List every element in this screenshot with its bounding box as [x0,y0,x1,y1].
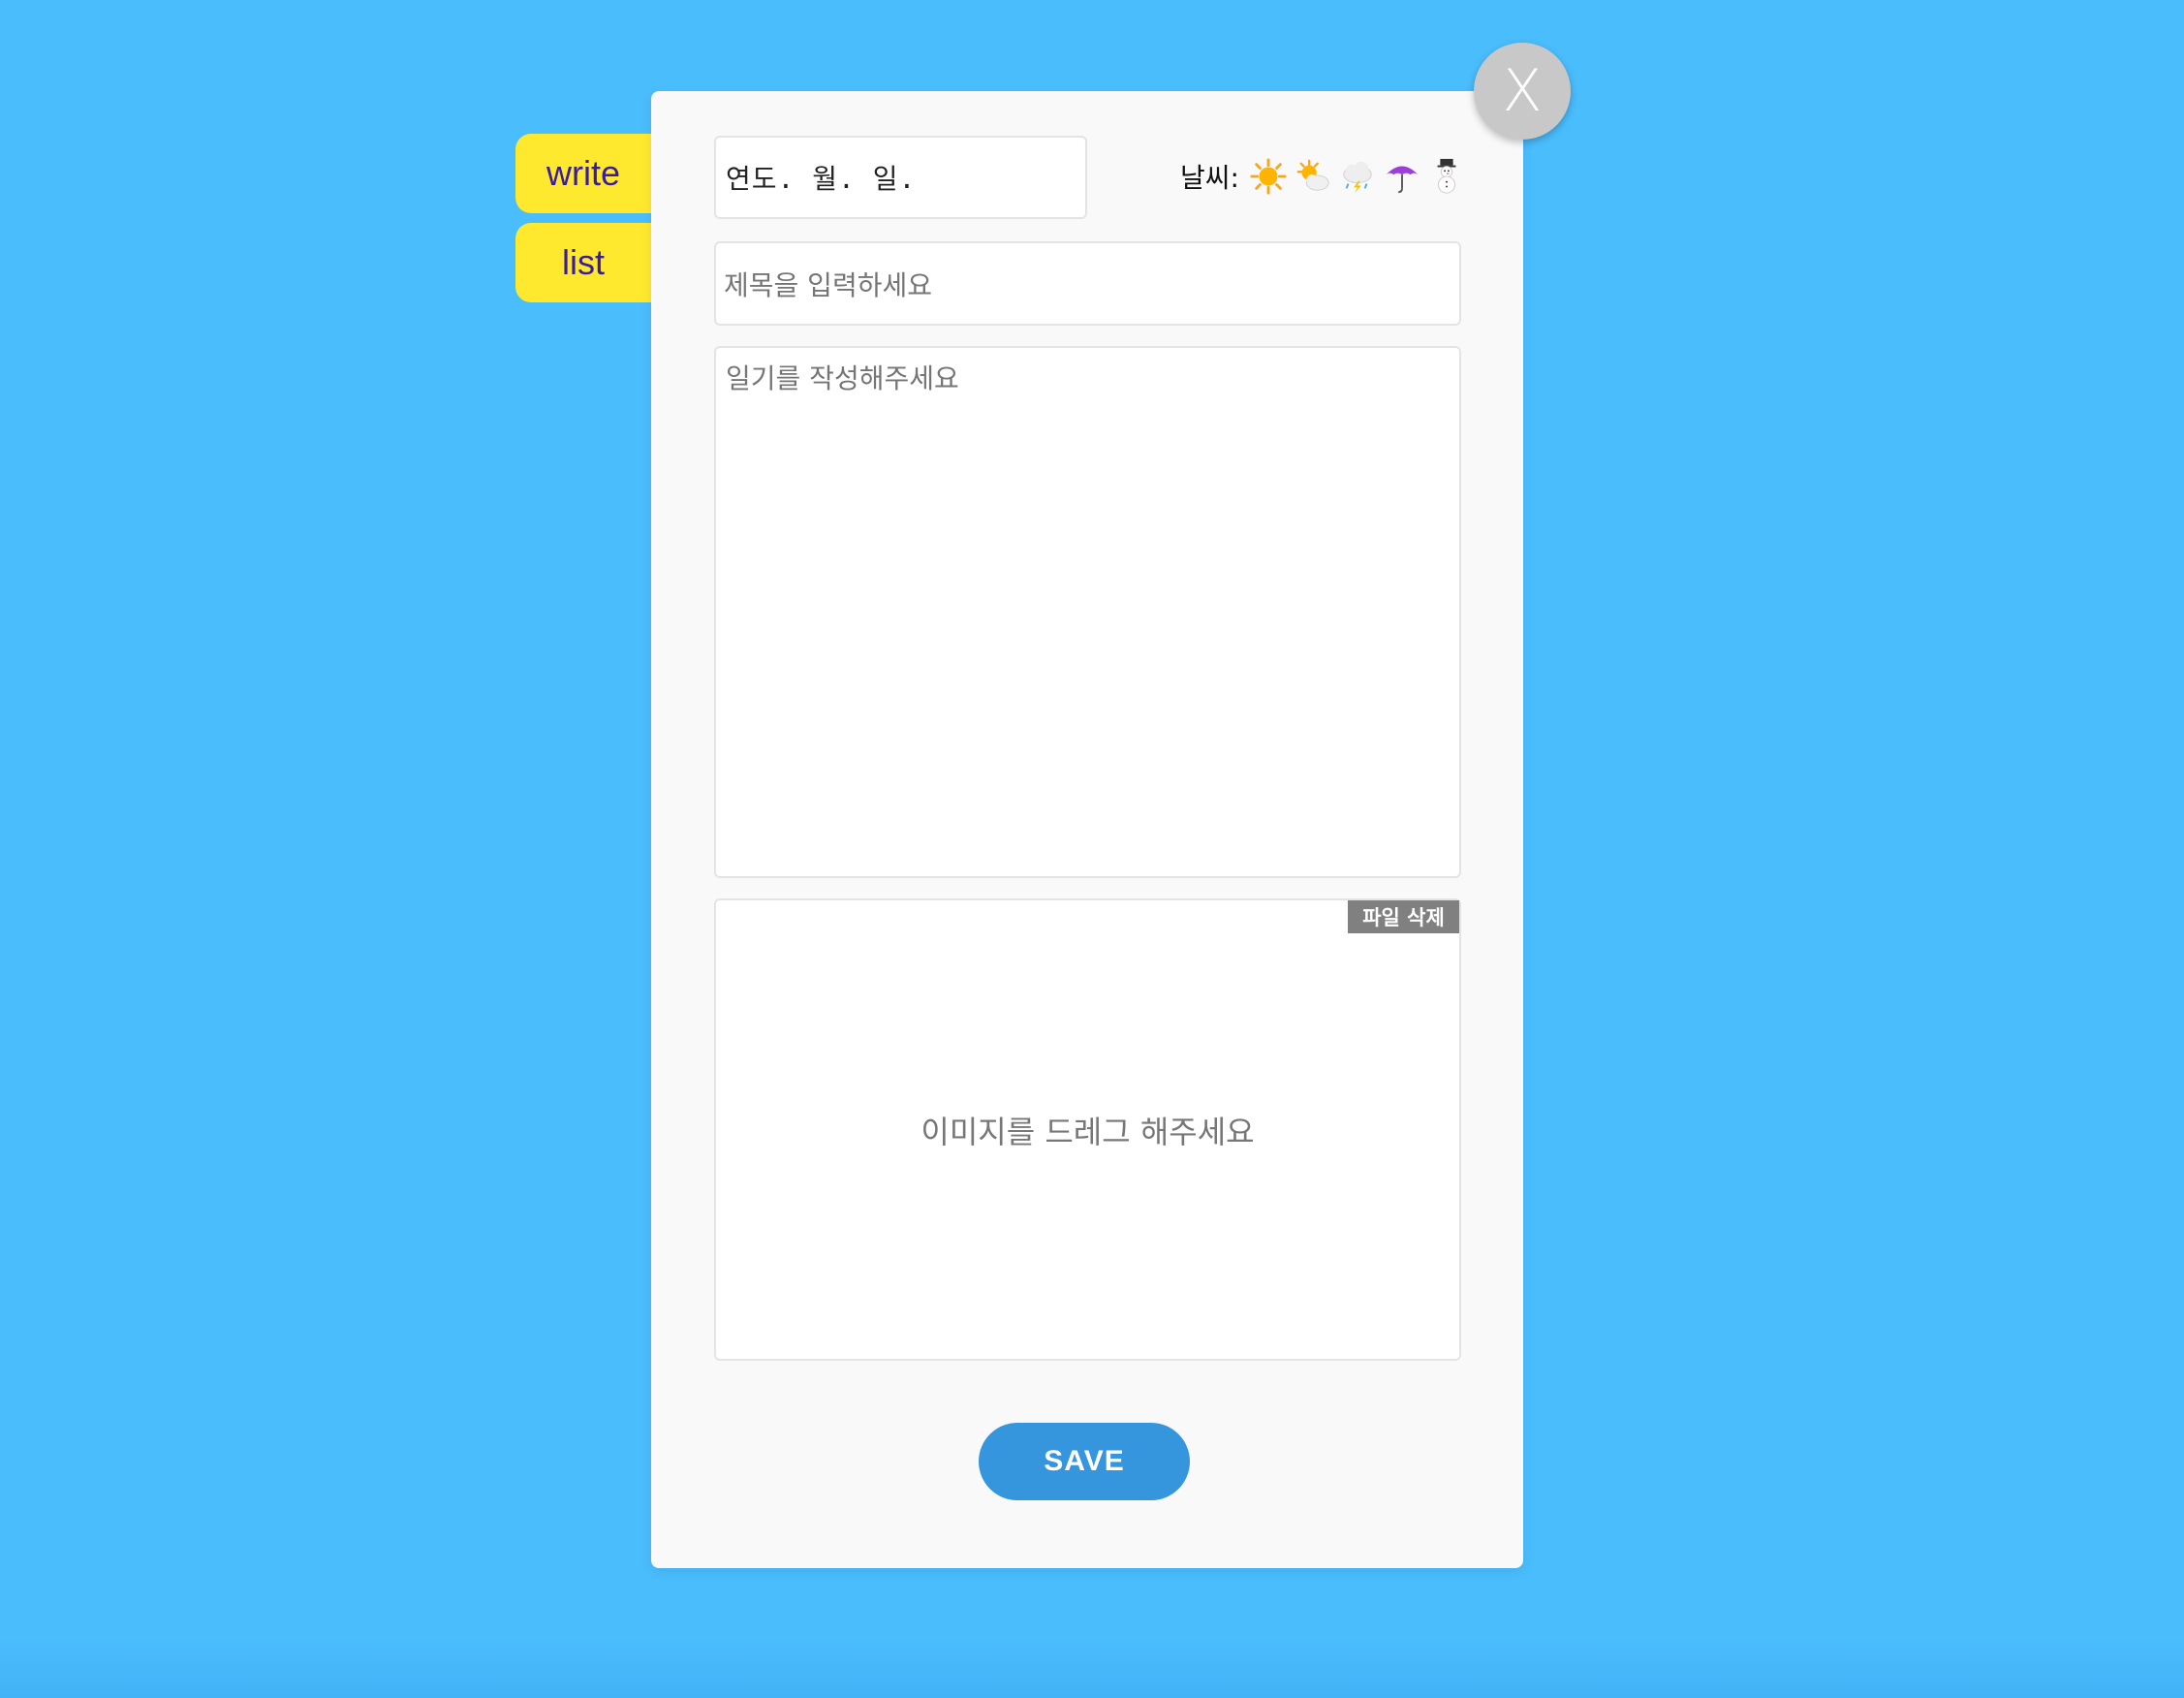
image-drop-text: 이미지를 드레그 해주세요 [920,1113,1255,1150]
close-button[interactable]: X [1474,43,1571,140]
snowman-icon[interactable] [1427,157,1466,196]
background-shade [0,1640,2184,1698]
diary-body-textarea[interactable]: 일기를 작성해주세요 [714,346,1461,878]
tab-list[interactable]: list [515,223,651,302]
save-button[interactable]: SAVE [979,1423,1190,1500]
weather-label: 날씨: [1180,162,1239,194]
image-drop-zone[interactable]: 이미지를 드레그 해주세요 [714,898,1461,1361]
sun-behind-cloud-icon[interactable] [1294,157,1332,196]
cloud-with-lightning-rain-icon[interactable] [1338,157,1377,196]
sun-icon[interactable] [1249,157,1288,196]
date-input[interactable]: 연도. 월. 일. [714,136,1087,219]
delete-file-button[interactable]: 파일 삭제 [1348,900,1459,933]
tab-write[interactable]: write [515,134,651,213]
title-input[interactable]: 제목을 입력하세요 [714,241,1461,326]
weather-picker: 날씨: [1180,153,1466,200]
umbrella-icon[interactable] [1383,157,1421,196]
